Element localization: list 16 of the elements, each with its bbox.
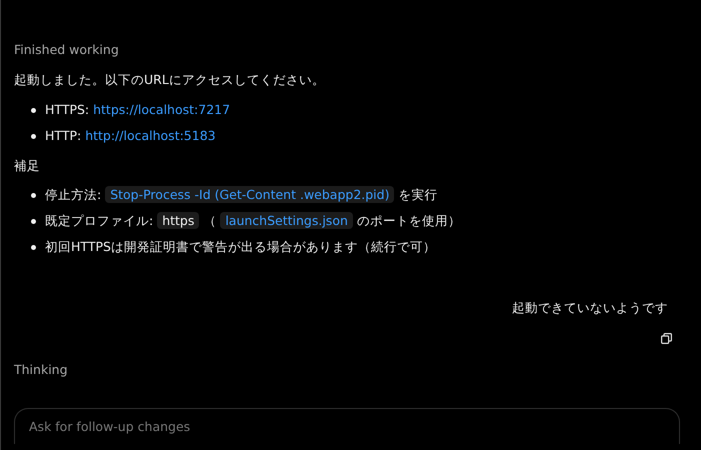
list-item-text: HTTP: http://localhost:5183 bbox=[45, 127, 216, 145]
code-chip: https bbox=[157, 212, 200, 229]
list-item-text: 停止方法: Stop-Process -Id (Get-Content .webapp2.pid) を実行 bbox=[45, 186, 438, 204]
code-chip: launchSettings.json bbox=[220, 212, 353, 229]
message-text: 起動しました。以下のURLにアクセスしてください。 bbox=[14, 71, 326, 89]
thinking-text: Thinking bbox=[14, 362, 69, 378]
url-link[interactable]: http://localhost:5183 bbox=[85, 128, 216, 143]
list-item-text: 初回HTTPSは開発証明書で警告が出る場合があります（続行で可） bbox=[45, 238, 436, 256]
section-heading: 補足 bbox=[14, 157, 41, 175]
status-text: Finished working bbox=[14, 42, 120, 58]
code-chip: Stop-Process -Id (Get-Content .webapp2.pid) bbox=[105, 186, 394, 203]
list-item-text: 既定プロファイル: https （ launchSettings.json のポートを使用） bbox=[45, 212, 461, 230]
list-item-text: HTTPS: https://localhost:7217 bbox=[45, 101, 230, 119]
user-message: 起動できていないようです bbox=[512, 300, 668, 317]
follow-up-input[interactable]: Ask for follow-up changes bbox=[14, 408, 680, 444]
url-link[interactable]: https://localhost:7217 bbox=[93, 102, 230, 117]
